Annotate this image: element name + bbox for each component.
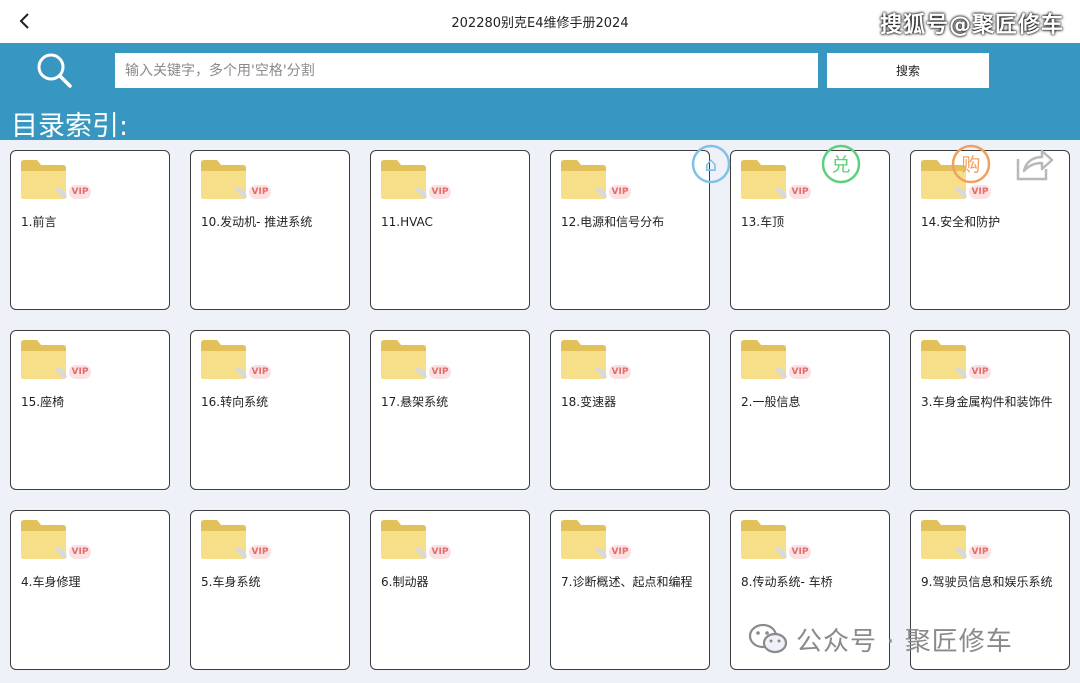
category-card[interactable]: VIP 12.电源和信号分布 (550, 150, 710, 310)
category-card[interactable]: VIP 6.制动器 (370, 510, 530, 670)
category-card[interactable]: VIP 1.前言 (10, 150, 170, 310)
category-label: 6.制动器 (381, 575, 429, 589)
top-bar: 202280别克E4维修手册2024 搜狐号@聚匠修车 (0, 0, 1080, 43)
folder-icon (201, 520, 247, 559)
folder-icon (921, 520, 967, 559)
folder-icon (201, 160, 247, 199)
vip-badge: VIP (789, 545, 811, 559)
vip-badge: VIP (609, 365, 631, 379)
category-card[interactable]: VIP 11.HVAC (370, 150, 530, 310)
vip-badge: VIP (789, 185, 811, 199)
vip-badge: VIP (969, 185, 991, 199)
folder-icon (561, 160, 607, 199)
vip-badge: VIP (69, 365, 91, 379)
category-label: 10.发动机- 推进系统 (201, 215, 313, 229)
vip-badge: VIP (429, 185, 451, 199)
category-label: 9.驾驶员信息和娱乐系统 (921, 575, 1053, 589)
folder-icon (21, 160, 67, 199)
folder-icon (921, 340, 967, 379)
folder-icon (561, 520, 607, 559)
search-icon[interactable] (34, 50, 74, 90)
watermark-text: 搜狐号@聚匠修车 (879, 13, 1064, 38)
folder-icon (381, 520, 427, 559)
vip-badge: VIP (429, 365, 451, 379)
folder-icon (21, 340, 67, 379)
search-input[interactable] (115, 53, 818, 88)
index-title: 目录索引: (11, 111, 129, 142)
svg-text:兑: 兑 (831, 154, 850, 176)
category-card[interactable]: VIP 16.转向系统 (190, 330, 350, 490)
folder-icon (741, 520, 787, 559)
category-label: 5.车身系统 (201, 575, 261, 589)
category-card[interactable]: VIP 4.车身修理 (10, 510, 170, 670)
folder-icon (381, 160, 427, 199)
category-label: 3.车身金属构件和装饰件 (921, 395, 1053, 409)
category-label: 8.传动系统- 车桥 (741, 575, 833, 589)
category-label: 17.悬架系统 (381, 395, 449, 409)
vip-badge: VIP (249, 185, 271, 199)
vip-badge: VIP (969, 545, 991, 559)
category-card[interactable]: VIP 2.一般信息 (730, 330, 890, 490)
svg-text:购: 购 (961, 154, 980, 176)
category-label: 18.变速器 (561, 395, 617, 409)
svg-text:⌂: ⌂ (705, 152, 718, 176)
vip-badge: VIP (249, 365, 271, 379)
search-bar: 搜索 (0, 43, 1080, 100)
category-card[interactable]: VIP 10.发动机- 推进系统 (190, 150, 350, 310)
category-label: 7.诊断概述、起点和编程 (561, 575, 693, 589)
category-label: 11.HVAC (381, 215, 433, 229)
vip-badge: VIP (249, 545, 271, 559)
vip-badge: VIP (969, 365, 991, 379)
vip-badge: VIP (609, 545, 631, 559)
folder-icon (21, 520, 67, 559)
folder-icon (741, 160, 787, 199)
vip-badge: VIP (429, 545, 451, 559)
category-grid: VIP 1.前言 VIP 10.发动机- 推进系统 VIP 11.HVAC VIP 12.电源… (10, 150, 1070, 670)
redeem-icon[interactable]: 兑 (820, 143, 862, 185)
watermark-bottom-text: 公众号 · 聚匠修车 (796, 626, 1013, 657)
watermark-bottom: 公众号 · 聚匠修车 (748, 621, 1013, 657)
folder-icon (741, 340, 787, 379)
buy-icon[interactable]: 购 (950, 143, 992, 185)
category-label: 12.电源和信号分布 (561, 215, 665, 229)
category-label: 4.车身修理 (21, 575, 81, 589)
category-card[interactable]: VIP 17.悬架系统 (370, 330, 530, 490)
category-card[interactable]: VIP 3.车身金属构件和装饰件 (910, 330, 1070, 490)
index-header: 目录索引: (0, 100, 1080, 142)
category-label: 16.转向系统 (201, 395, 269, 409)
vip-badge: VIP (69, 185, 91, 199)
wechat-icon (748, 623, 788, 654)
vip-badge: VIP (789, 365, 811, 379)
share-icon[interactable] (1012, 143, 1054, 185)
category-label: 2.一般信息 (741, 395, 801, 409)
category-card[interactable]: VIP 15.座椅 (10, 330, 170, 490)
category-label: 1.前言 (21, 215, 57, 229)
category-card[interactable]: VIP 7.诊断概述、起点和编程 (550, 510, 710, 670)
vip-badge: VIP (69, 545, 91, 559)
category-label: 15.座椅 (21, 395, 65, 409)
category-card[interactable]: VIP 5.车身系统 (190, 510, 350, 670)
folder-icon (201, 340, 247, 379)
search-button[interactable]: 搜索 (827, 53, 989, 88)
vip-badge: VIP (609, 185, 631, 199)
category-card[interactable]: VIP 13.车顶 (730, 150, 890, 310)
folder-icon (561, 340, 607, 379)
home-icon[interactable]: ⌂ (690, 143, 732, 185)
category-label: 13.车顶 (741, 215, 785, 229)
folder-icon (381, 340, 427, 379)
category-card[interactable]: VIP 18.变速器 (550, 330, 710, 490)
category-label: 14.安全和防护 (921, 215, 1001, 229)
